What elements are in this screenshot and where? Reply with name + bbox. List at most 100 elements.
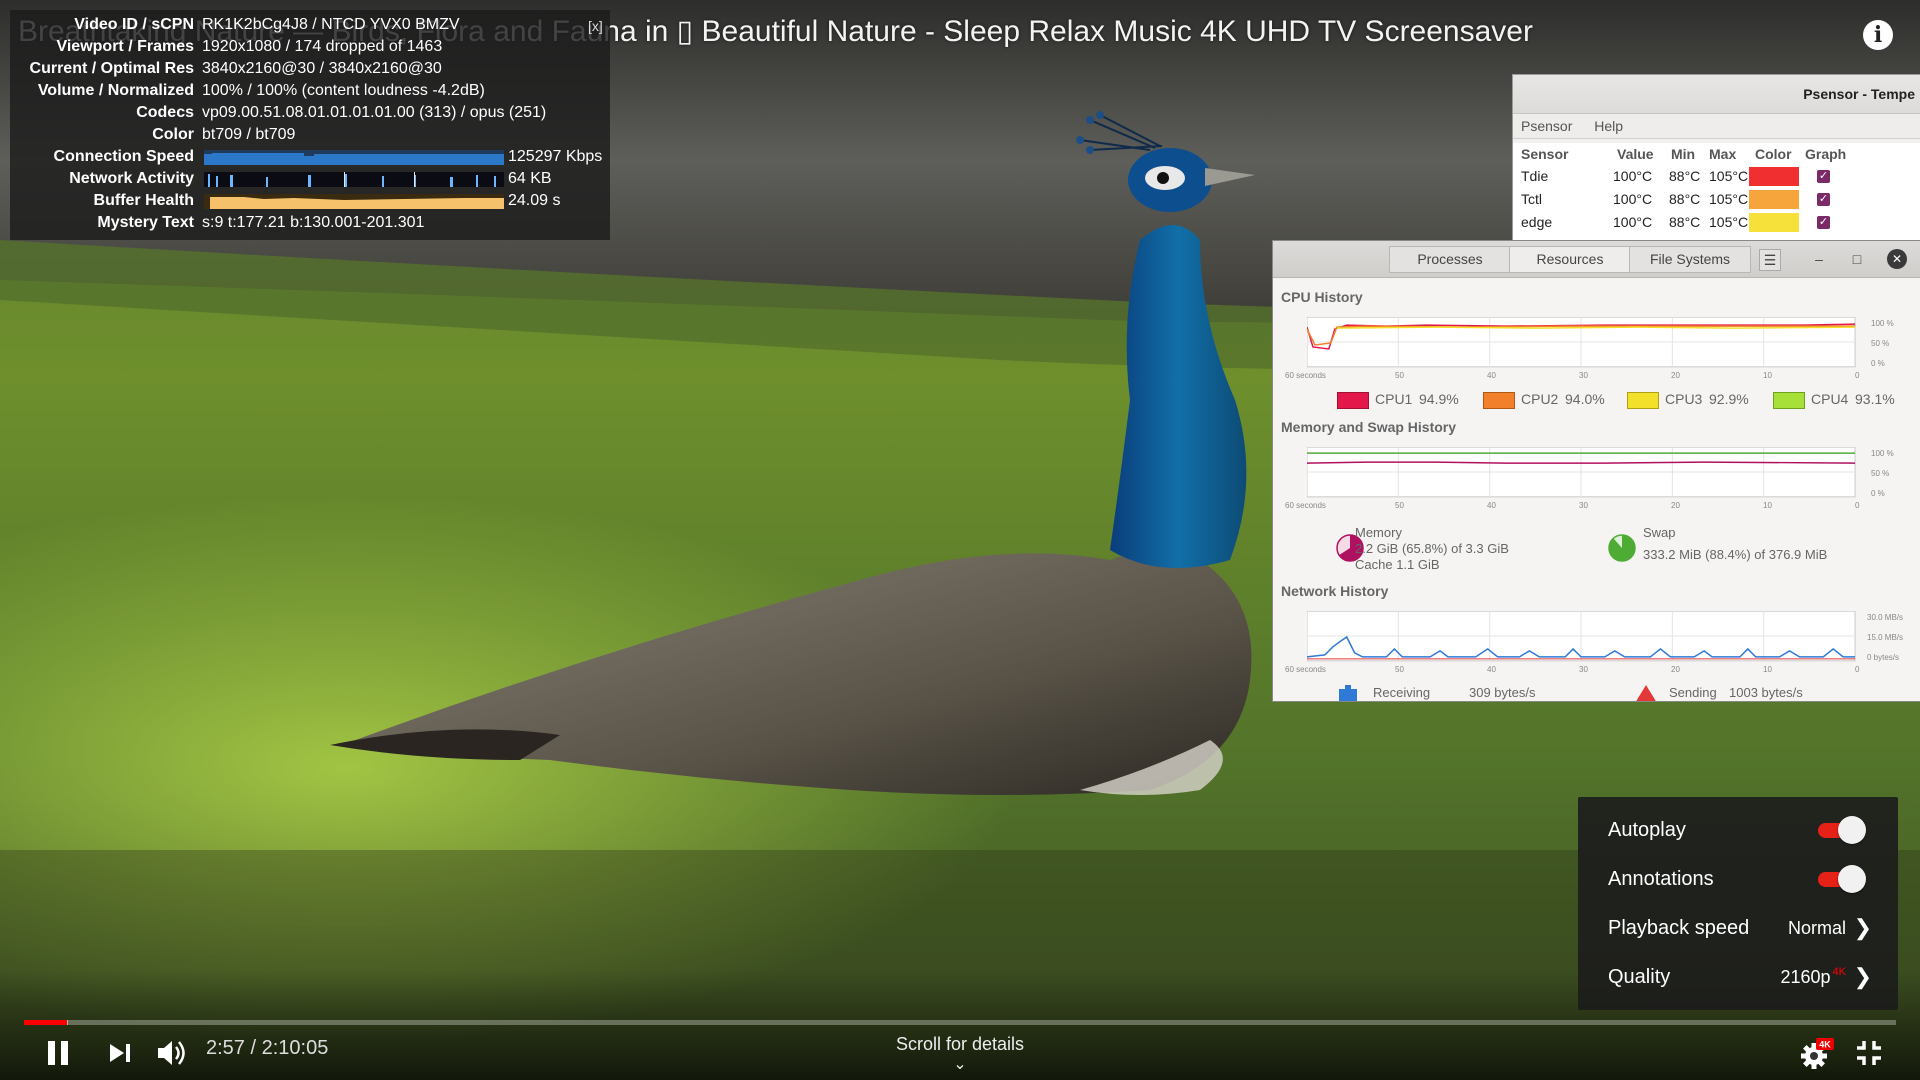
scroll-hint-label: Scroll for details xyxy=(895,1034,1025,1054)
quality-label: Quality xyxy=(1608,966,1671,988)
col-sensor[interactable]: Sensor xyxy=(1521,143,1568,165)
receiving-value: 309 bytes/s xyxy=(1469,685,1536,700)
menu-psensor[interactable]: Psensor xyxy=(1521,118,1572,134)
x-tick: 30 xyxy=(1579,371,1588,380)
maximize-icon[interactable]: □ xyxy=(1847,249,1867,269)
menu-help[interactable]: Help xyxy=(1594,118,1623,134)
col-graph[interactable]: Graph xyxy=(1805,143,1846,165)
stats-value: s:9 t:177.21 b:130.001-201.301 xyxy=(202,214,425,231)
x-tick: 20 xyxy=(1671,371,1680,380)
receiving-icon[interactable] xyxy=(1337,685,1359,702)
sensor-max: 105°C xyxy=(1709,214,1749,230)
playback-speed-row[interactable]: Playback speed Normal ❯ xyxy=(1578,908,1898,948)
network-activity-graph xyxy=(204,172,504,187)
stats-row-resolution: Current / Optimal Res 3840x2160@30 / 384… xyxy=(10,58,610,80)
x-tick: 40 xyxy=(1487,371,1496,380)
hamburger-menu-icon[interactable]: ☰ xyxy=(1759,249,1781,271)
tab-file-systems[interactable]: File Systems xyxy=(1629,246,1751,273)
settings-gear-icon[interactable]: 4K xyxy=(1800,1038,1834,1070)
stats-key: Network Activity xyxy=(69,170,194,187)
playback-speed-label: Playback speed xyxy=(1608,917,1750,939)
cpu-history-heading: CPU History xyxy=(1281,289,1363,305)
quality-value: 2160p xyxy=(1780,967,1831,987)
x-tick: 20 xyxy=(1671,501,1680,510)
table-row[interactable]: edge 100°C 88°C 105°C ✓ xyxy=(1513,211,1920,234)
col-max[interactable]: Max xyxy=(1709,143,1736,165)
memory-value: 2.2 GiB (65.8%) of 3.3 GiB xyxy=(1355,541,1509,556)
annotations-row[interactable]: Annotations xyxy=(1578,859,1898,899)
time-display: 2:57 / 2:10:05 xyxy=(206,1037,329,1059)
sensor-value: 100°C xyxy=(1613,168,1653,184)
annotations-toggle[interactable] xyxy=(1814,865,1868,893)
table-row[interactable]: Tdie 100°C 88°C 105°C ✓ xyxy=(1513,165,1920,188)
x-tick: 0 xyxy=(1855,371,1860,380)
sensor-color-swatch[interactable] xyxy=(1749,190,1799,209)
graph-checkbox[interactable]: ✓ xyxy=(1817,170,1830,183)
stats-key: Buffer Health xyxy=(93,192,194,209)
cache-value: Cache 1.1 GiB xyxy=(1355,557,1440,572)
system-monitor-headerbar[interactable]: Processes Resources File Systems ☰ – □ ✕ xyxy=(1273,241,1920,278)
autoplay-toggle[interactable] xyxy=(1814,816,1868,844)
cpu1-color-swatch[interactable] xyxy=(1337,392,1369,409)
swap-pie-icon[interactable] xyxy=(1607,533,1637,563)
buffer-health-graph xyxy=(204,194,504,209)
stats-value: 125297 Kbps xyxy=(508,148,603,165)
memory-history-chart xyxy=(1307,447,1856,498)
table-row[interactable]: Tctl 100°C 88°C 105°C ✓ xyxy=(1513,188,1920,211)
cpu3-label: CPU3 xyxy=(1665,391,1703,407)
chevron-down-icon: ⌄ xyxy=(953,1056,967,1073)
stats-row-color: Color bt709 / bt709 xyxy=(10,124,610,146)
sensor-value: 100°C xyxy=(1613,191,1653,207)
x-tick: 50 xyxy=(1395,501,1404,510)
pause-icon[interactable] xyxy=(46,1040,70,1066)
psensor-window: Psensor - Tempe Psensor Help Sensor Valu… xyxy=(1512,74,1920,244)
graph-checkbox[interactable]: ✓ xyxy=(1817,216,1830,229)
network-history-chart xyxy=(1307,611,1856,662)
cpu3-color-swatch[interactable] xyxy=(1627,392,1659,409)
tab-processes[interactable]: Processes xyxy=(1389,246,1511,273)
stats-row-video-id: Video ID / sCPN RK1K2bCg4J8 / NTCD YVX0 … xyxy=(10,14,610,36)
tab-resources[interactable]: Resources xyxy=(1509,246,1631,273)
quality-row[interactable]: Quality 2160p 4K ❯ xyxy=(1578,957,1898,997)
stats-row-volume: Volume / Normalized 100% / 100% (content… xyxy=(10,80,610,102)
chevron-right-icon: ❯ xyxy=(1853,915,1872,940)
cpu4-color-swatch[interactable] xyxy=(1773,392,1805,409)
scroll-for-details[interactable]: Scroll for details ⌄ xyxy=(860,1034,1060,1073)
y-tick: 0 % xyxy=(1871,359,1885,368)
gear-quality-badge: 4K xyxy=(1819,1040,1831,1050)
system-monitor-window: Processes Resources File Systems ☰ – □ ✕… xyxy=(1272,240,1920,702)
y-tick: 100 % xyxy=(1871,319,1894,328)
y-tick: 50 % xyxy=(1871,339,1890,348)
stats-value: vp09.00.51.08.01.01.01.01.00 (313) / opu… xyxy=(202,104,547,121)
psensor-titlebar[interactable]: Psensor - Tempe xyxy=(1513,75,1920,114)
x-tick: 40 xyxy=(1487,665,1496,674)
y-tick: 15.0 MB/s xyxy=(1867,633,1904,642)
cpu-history-chart xyxy=(1307,317,1856,368)
volume-icon[interactable] xyxy=(156,1039,188,1067)
close-icon[interactable]: ✕ xyxy=(1887,249,1907,269)
col-value[interactable]: Value xyxy=(1617,143,1654,165)
col-color[interactable]: Color xyxy=(1755,143,1792,165)
sensor-color-swatch[interactable] xyxy=(1749,213,1799,232)
graph-checkbox[interactable]: ✓ xyxy=(1817,193,1830,206)
sensor-name: Tctl xyxy=(1521,191,1542,207)
stats-key: Color xyxy=(152,126,194,143)
playback-speed-value: Normal xyxy=(1787,918,1846,938)
exit-fullscreen-icon[interactable] xyxy=(1856,1040,1882,1066)
col-min[interactable]: Min xyxy=(1671,143,1695,165)
autoplay-row[interactable]: Autoplay xyxy=(1578,810,1898,850)
x-tick: 10 xyxy=(1763,371,1772,380)
progress-bar[interactable] xyxy=(24,1020,1896,1025)
sending-icon[interactable] xyxy=(1635,685,1657,702)
cpu2-color-swatch[interactable] xyxy=(1483,392,1515,409)
sensor-min: 88°C xyxy=(1669,168,1701,184)
sensor-min: 88°C xyxy=(1669,191,1701,207)
x-tick: 30 xyxy=(1579,665,1588,674)
info-icon[interactable]: i xyxy=(1863,20,1893,50)
next-icon[interactable] xyxy=(108,1043,132,1063)
sensor-color-swatch[interactable] xyxy=(1749,167,1799,186)
minimize-icon[interactable]: – xyxy=(1809,249,1829,269)
sending-value: 1003 bytes/s xyxy=(1729,685,1803,700)
sending-label: Sending xyxy=(1669,685,1717,700)
cpu4-label: CPU4 xyxy=(1811,391,1849,407)
